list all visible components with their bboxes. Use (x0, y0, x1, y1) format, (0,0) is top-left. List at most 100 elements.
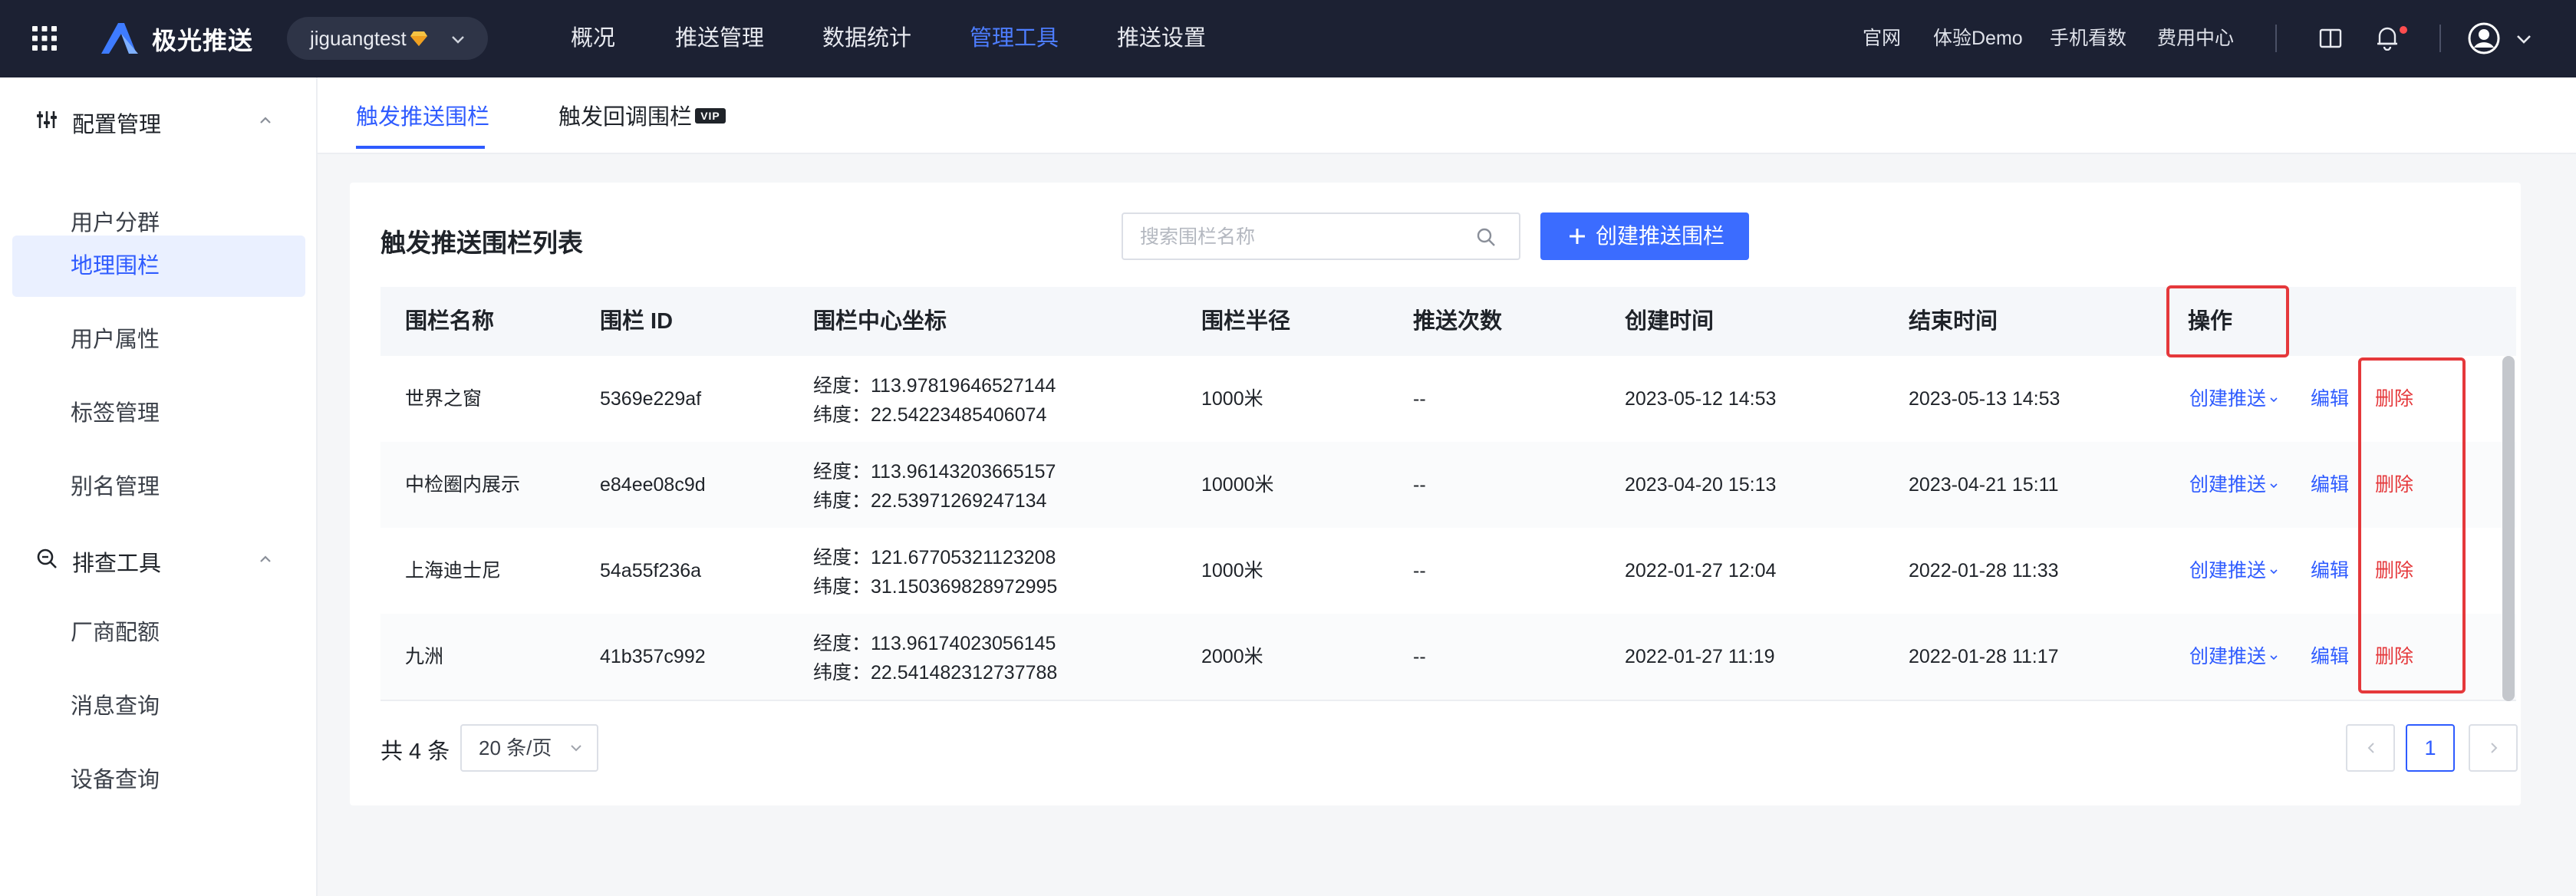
fence-name: 世界之窗 (405, 388, 483, 410)
nav-official-site[interactable]: 官网 (1863, 0, 1901, 77)
tab-trigger-callback-fence[interactable]: 触发回调围栏 (558, 99, 692, 131)
create-push-dropdown[interactable]: 创建推送 (2189, 356, 2278, 442)
nav-push-settings[interactable]: 推送设置 (1117, 0, 1206, 77)
search-minus-icon (37, 548, 57, 568)
sidebar-item-device-query[interactable]: 设备查询 (12, 749, 305, 811)
notification-badge (2400, 26, 2407, 34)
sidebar-group-label: 排查工具 (72, 552, 162, 576)
fence-center: 经度：113.96143203665157 纬度：22.539712692471… (813, 457, 1056, 516)
ended-time: 2022-01-28 11:17 (1909, 646, 2059, 667)
fence-center: 经度：113.96174023056145 纬度：22.541482312737… (813, 629, 1057, 687)
ended-time: 2022-01-28 11:33 (1909, 560, 2059, 581)
sidebar-item-vendor-quota[interactable]: 厂商配额 (12, 602, 305, 664)
ended-time: 2023-04-21 15:11 (1909, 474, 2059, 496)
latitude: 纬度：22.54223485406074 (813, 404, 1047, 426)
chevron-right-icon (2491, 743, 2498, 753)
chevron-left-icon (2367, 743, 2374, 753)
sidebar-group-config[interactable]: 配置管理 (35, 107, 288, 137)
edit-link[interactable]: 编辑 (2311, 442, 2349, 528)
diamond-icon (410, 31, 427, 46)
page-button-current[interactable]: 1 (2406, 724, 2455, 772)
chevron-up-icon (260, 117, 271, 124)
sliders-icon (37, 111, 57, 128)
edit-link[interactable]: 编辑 (2311, 614, 2349, 700)
fence-name: 上海迪士尼 (405, 560, 502, 581)
nav-management-tools[interactable]: 管理工具 (970, 0, 1059, 77)
table-row: 世界之窗 5369e229af 经度：113.97819646527144 纬度… (380, 356, 2516, 443)
create-push-label: 创建推送 (2189, 474, 2267, 496)
divider (2439, 25, 2441, 52)
fence-radius: 1000米 (1201, 388, 1263, 410)
search-icon[interactable] (1476, 227, 1496, 247)
nav-overview[interactable]: 概况 (571, 0, 615, 77)
search-input[interactable] (1123, 214, 1479, 260)
ended-time: 2023-05-13 14:53 (1909, 388, 2060, 410)
create-button-label: 创建推送围栏 (1596, 224, 1725, 248)
nav-push-management[interactable]: 推送管理 (675, 0, 764, 77)
push-count: -- (1413, 388, 1426, 410)
edit-link[interactable]: 编辑 (2311, 356, 2349, 442)
bell-icon[interactable] (2375, 25, 2400, 51)
table-row: 九洲 41b357c992 经度：113.96174023056145 纬度：2… (380, 614, 2516, 701)
create-push-dropdown[interactable]: 创建推送 (2189, 442, 2278, 528)
chevron-up-icon (260, 555, 271, 562)
chevron-down-icon (571, 745, 581, 752)
sidebar-item-geofence[interactable]: 地理围栏 (12, 236, 305, 297)
column-header-radius: 围栏半径 (1201, 309, 1291, 334)
latitude: 纬度：22.541482312737788 (813, 662, 1058, 684)
book-icon[interactable] (2318, 26, 2343, 51)
sidebar: 配置管理 用户分群 地理围栏 用户属性 标签管理 别名管理 排查工具 厂商配额 … (0, 77, 318, 896)
table-row: 中检圈内展示 e84ee08c9d 经度：113.96143203665157 … (380, 442, 2516, 529)
tab-trigger-push-fence[interactable]: 触发推送围栏 (356, 99, 489, 131)
nav-demo[interactable]: 体验Demo (1933, 0, 2023, 77)
fence-id: e84ee08c9d (600, 474, 706, 496)
page-size-value: 20 条/页 (479, 736, 552, 759)
create-push-dropdown[interactable]: 创建推送 (2189, 614, 2278, 700)
nav-data-statistics[interactable]: 数据统计 (822, 0, 911, 77)
next-page-button[interactable] (2469, 724, 2518, 772)
fence-id: 41b357c992 (600, 646, 706, 667)
app-selector[interactable]: jiguangtest (287, 17, 488, 60)
fence-radius: 2000米 (1201, 646, 1263, 667)
chevron-down-icon[interactable] (2515, 31, 2533, 48)
chevron-down-icon (2270, 655, 2278, 660)
sidebar-item-user-attributes[interactable]: 用户属性 (12, 309, 305, 371)
annotation-highlight-delete-column (2358, 357, 2466, 693)
column-header-created: 创建时间 (1625, 309, 1715, 334)
edit-link[interactable]: 编辑 (2311, 528, 2349, 614)
column-header-name: 围栏名称 (405, 309, 495, 334)
create-push-label: 创建推送 (2189, 560, 2267, 581)
sidebar-group-troubleshoot[interactable]: 排查工具 (35, 545, 288, 576)
page-size-select[interactable]: 20 条/页 (460, 724, 598, 772)
app-grid-icon[interactable] (31, 25, 58, 52)
sidebar-item-aliases[interactable]: 别名管理 (12, 456, 305, 518)
chevron-down-icon (2270, 569, 2278, 575)
created-time: 2023-04-20 15:13 (1625, 474, 1777, 496)
fence-id: 54a55f236a (600, 560, 702, 581)
fence-center: 经度：121.67705321123208 纬度：31.150369828972… (813, 543, 1057, 601)
table-scrollbar[interactable] (2502, 356, 2515, 701)
column-header-id: 围栏 ID (600, 309, 674, 334)
sidebar-item-message-query[interactable]: 消息查询 (12, 676, 305, 737)
fence-name: 九洲 (405, 646, 444, 667)
create-push-dropdown[interactable]: 创建推送 (2189, 528, 2278, 614)
create-push-fence-button[interactable]: 创建推送围栏 (1540, 212, 1749, 260)
fence-center: 经度：113.97819646527144 纬度：22.542234854060… (813, 371, 1056, 430)
push-count: -- (1413, 474, 1426, 496)
prev-page-button[interactable] (2346, 724, 2395, 772)
column-header-center: 围栏中心坐标 (813, 309, 947, 334)
created-time: 2022-01-27 11:19 (1625, 646, 1775, 667)
sub-tab-bar: 触发推送围栏 触发回调围栏 (318, 77, 2576, 154)
sidebar-item-tags[interactable]: 标签管理 (12, 383, 305, 444)
app-name: jiguangtest (310, 27, 407, 50)
user-avatar-icon[interactable] (2467, 21, 2501, 55)
scrollbar-thumb[interactable] (2502, 356, 2515, 701)
nav-mobile-view[interactable]: 手机看数 (2050, 0, 2126, 77)
longitude: 经度：121.67705321123208 (813, 547, 1056, 568)
create-push-label: 创建推送 (2189, 388, 2267, 410)
sidebar-group-label: 配置管理 (72, 113, 162, 137)
nav-billing-center[interactable]: 费用中心 (2157, 0, 2234, 77)
card-title: 触发推送围栏列表 (380, 229, 583, 257)
longitude: 经度：113.96174023056145 (813, 633, 1056, 654)
push-count: -- (1413, 560, 1426, 581)
